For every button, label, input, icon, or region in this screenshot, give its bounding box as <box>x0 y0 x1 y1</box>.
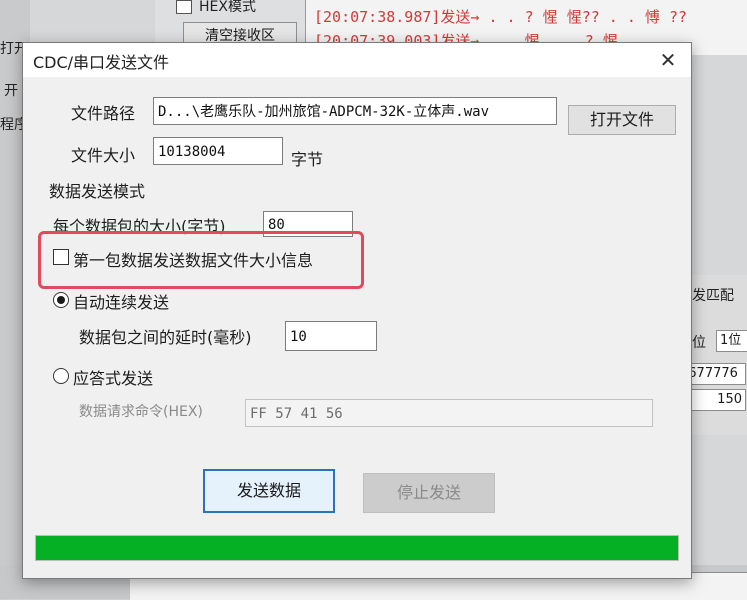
file-path-label: 文件路径 <box>71 104 136 123</box>
dialog-title: CDC/串口发送文件 <box>33 53 170 72</box>
bg-stop-bit-select[interactable]: 1位 <box>716 330 747 352</box>
file-size-label: 文件大小 <box>71 146 136 165</box>
annotation-highlight-box <box>38 231 364 289</box>
file-size-field: 10138004 <box>153 137 283 165</box>
file-path-field[interactable]: D...\老鹰乐队-加州旅馆-ADPCM-32K-立体声.wav <box>153 97 557 125</box>
response-send-radio[interactable] <box>53 368 69 384</box>
delay-field[interactable]: 10 <box>285 321 377 351</box>
bg-open-fragment-2: 开 <box>4 83 18 99</box>
response-send-label: 应答式发送 <box>73 369 154 388</box>
request-cmd-label: 数据请求命令(HEX) <box>79 404 203 420</box>
close-icon[interactable]: ✕ <box>655 48 681 72</box>
send-mode-label: 数据发送模式 <box>49 182 146 201</box>
open-file-button[interactable]: 打开文件 <box>568 105 676 135</box>
delay-label: 数据包之间的延时(毫秒) <box>79 328 252 347</box>
send-data-button[interactable]: 发送数据 <box>203 469 335 513</box>
request-cmd-field: FF 57 41 56 <box>245 399 653 427</box>
bg-hex-mode-label: HEX模式 <box>199 0 256 15</box>
stop-send-button: 停止发送 <box>363 473 495 513</box>
auto-send-radio[interactable] <box>53 292 69 308</box>
auto-send-label: 自动连续发送 <box>73 293 170 312</box>
send-file-dialog: CDC/串口发送文件 ✕ 文件路径 D...\老鹰乐队-加州旅馆-ADPCM-3… <box>22 42 692 579</box>
progress-fill <box>36 536 678 560</box>
dialog-titlebar[interactable]: CDC/串口发送文件 ✕ <box>23 43 691 77</box>
file-size-unit: 字节 <box>291 150 324 169</box>
send-progress-bar <box>35 535 679 561</box>
bg-hex-checkbox[interactable] <box>176 0 192 14</box>
bg-log-line: [20:07:38.987]发送→ . . ? 惺 惺?? . . 愽 ?? <box>314 8 688 26</box>
